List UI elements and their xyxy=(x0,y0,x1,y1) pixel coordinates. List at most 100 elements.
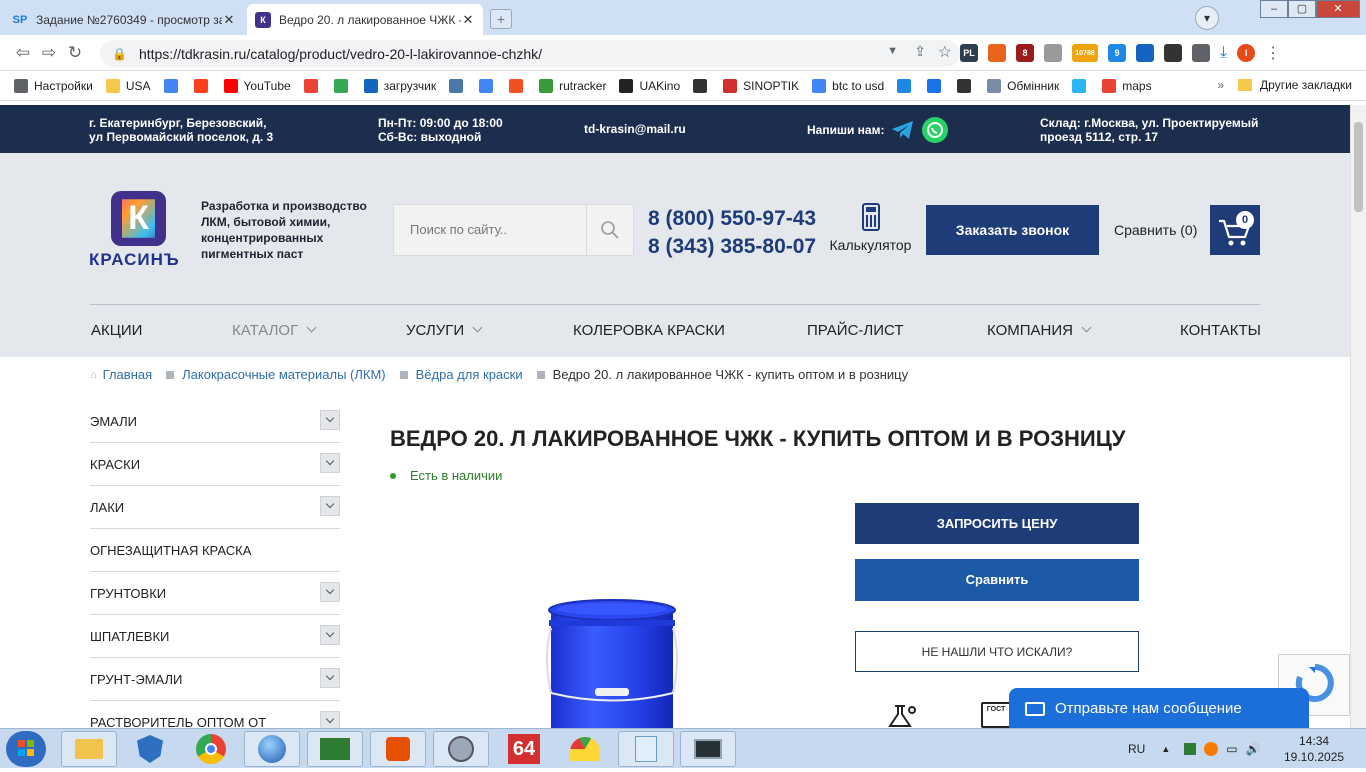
terminal-app-icon[interactable] xyxy=(307,731,363,767)
expand-toggle-icon[interactable] xyxy=(320,453,340,473)
bookmark-item[interactable]: загрузчик xyxy=(363,78,436,93)
bookmark-item[interactable]: btc to usd xyxy=(812,78,884,93)
menu-item-services[interactable]: Услуги xyxy=(406,322,483,339)
shield-app-icon[interactable] xyxy=(122,731,178,767)
url-field[interactable]: 🔒 https://tdkrasin.ru/catalog/product/ve… xyxy=(100,40,960,67)
expand-toggle-icon[interactable] xyxy=(320,496,340,516)
extension-pl-icon[interactable]: PL xyxy=(960,44,978,62)
extension-bitcoin-icon[interactable]: 10788 xyxy=(1072,44,1098,62)
calculator-link[interactable]: Калькулятор xyxy=(828,203,913,253)
bookmark-item[interactable]: SINOPTIK xyxy=(723,78,799,93)
bookmark-item[interactable]: USA xyxy=(105,78,151,93)
tray-expand-icon[interactable]: ▲ xyxy=(1161,744,1170,754)
page-scrollbar[interactable] xyxy=(1350,105,1366,728)
request-price-button[interactable]: Запросить цену xyxy=(855,503,1139,544)
menu-item-catalog[interactable]: Каталог xyxy=(232,322,317,339)
monitor-app-icon[interactable] xyxy=(680,731,736,767)
explorer-icon[interactable] xyxy=(61,731,117,767)
expand-toggle-icon[interactable] xyxy=(320,582,340,602)
bookmark-item[interactable]: YouTube xyxy=(223,78,291,93)
sidebar-item[interactable]: Краски xyxy=(90,443,340,486)
network-icon[interactable]: ▭ xyxy=(1226,742,1237,756)
chat-widget-button[interactable]: Отправьте нам сообщение xyxy=(1009,688,1309,729)
language-indicator[interactable]: RU xyxy=(1128,742,1145,756)
extension-y-icon[interactable] xyxy=(1136,44,1154,62)
phone-link[interactable]: 8 (343) 385-80-07 xyxy=(648,233,816,261)
expand-toggle-icon[interactable] xyxy=(320,625,340,645)
maximize-button[interactable]: ▢ xyxy=(1288,0,1316,18)
clock-app-icon[interactable] xyxy=(433,731,489,767)
avatar[interactable]: I xyxy=(1237,44,1256,62)
bookmark-item[interactable] xyxy=(333,78,354,93)
bookmark-item[interactable] xyxy=(957,78,977,93)
whatsapp-icon[interactable] xyxy=(922,117,949,143)
extension-case-icon[interactable] xyxy=(1044,44,1062,62)
clock[interactable]: 14:34 19.10.2025 xyxy=(1284,733,1344,765)
volume-icon[interactable]: 🔊 xyxy=(1246,742,1261,756)
menu-item-actions[interactable]: Акции xyxy=(91,322,142,339)
breadcrumb-home[interactable]: Главная xyxy=(103,367,152,382)
sidebar-item[interactable]: Грунтовки xyxy=(90,572,340,615)
bookmark-star-icon[interactable]: ☆ xyxy=(938,42,952,62)
product-image[interactable] xyxy=(535,598,685,733)
bookmark-item[interactable]: rutracker xyxy=(539,78,606,93)
media-player-icon[interactable] xyxy=(370,731,426,767)
forward-arrow-icon[interactable]: ⇨ xyxy=(36,43,62,63)
email-link[interactable]: td-krasin@mail.ru xyxy=(584,122,686,136)
compare-link[interactable]: Сравнить (0) xyxy=(1114,222,1197,238)
reload-icon[interactable]: ↻ xyxy=(62,43,88,63)
phone-link[interactable]: 8 (800) 550-97-43 xyxy=(648,205,816,233)
sidebar-item[interactable]: Шпатлевки xyxy=(90,615,340,658)
globe-app-icon[interactable] xyxy=(244,731,300,767)
chevron-right-icon[interactable]: » xyxy=(1217,78,1224,92)
cart-button[interactable]: 0 xyxy=(1210,205,1260,255)
bookmark-item[interactable] xyxy=(449,78,469,93)
breadcrumb-buckets[interactable]: Вёдра для краски xyxy=(416,367,523,382)
logo[interactable]: К КРАСИНЪ xyxy=(89,191,189,270)
minimize-button[interactable]: ‒ xyxy=(1260,0,1288,18)
back-arrow-icon[interactable]: ⇦ xyxy=(10,43,36,63)
extension-arrow-icon[interactable] xyxy=(1164,44,1182,62)
bookmark-item[interactable] xyxy=(927,78,947,93)
scrollbar-thumb[interactable] xyxy=(1354,122,1363,212)
order-call-button[interactable]: Заказать звонок xyxy=(926,205,1099,255)
search-button[interactable] xyxy=(586,205,633,255)
menu-item-tinting[interactable]: Колеровка краски xyxy=(573,322,725,339)
telegram-icon[interactable] xyxy=(890,117,916,143)
bookmark-item[interactable] xyxy=(479,78,499,93)
tab-product[interactable]: К Ведро 20. л лакированное ЧЖК - ✕ xyxy=(247,4,483,35)
menu-dots-icon[interactable]: ⋮ xyxy=(1265,43,1281,63)
puzzle-icon[interactable] xyxy=(1192,44,1210,62)
extension-download-icon[interactable]: 9 xyxy=(1108,44,1126,62)
sidebar-item[interactable]: Лаки xyxy=(90,486,340,529)
umbrella-app-icon[interactable] xyxy=(557,731,613,767)
dropdown-icon[interactable]: ▼ xyxy=(887,45,898,57)
bookmark-item[interactable] xyxy=(303,78,324,93)
search-input[interactable]: Поиск по сайту.. xyxy=(394,205,586,255)
new-tab-button[interactable]: + xyxy=(490,9,512,29)
start-button[interactable] xyxy=(6,731,46,767)
bookmark-item[interactable]: Настройки xyxy=(14,78,93,93)
bookmark-item[interactable] xyxy=(509,78,529,93)
menu-item-pricelist[interactable]: Прайс-лист xyxy=(807,322,904,339)
menu-item-company[interactable]: Компания xyxy=(987,322,1092,339)
notepad-app-icon[interactable] xyxy=(618,731,674,767)
extension-fire-icon[interactable] xyxy=(988,44,1006,62)
bookmark-item[interactable] xyxy=(897,78,917,93)
bookmark-item[interactable] xyxy=(163,78,184,93)
tray-app-icon[interactable] xyxy=(1204,742,1219,756)
tab-task[interactable]: SP Задание №2760349 - просмотр за ✕ xyxy=(4,4,244,35)
share-icon[interactable]: ⇪ xyxy=(914,43,926,60)
compare-button[interactable]: Сравнить xyxy=(855,559,1139,601)
bookmark-item[interactable]: maps xyxy=(1102,78,1152,93)
expand-toggle-icon[interactable] xyxy=(320,410,340,430)
tray-app-icon[interactable] xyxy=(1184,743,1197,755)
bookmark-item[interactable] xyxy=(1072,78,1092,93)
app-64-icon[interactable]: 64 xyxy=(496,731,552,767)
downloads-icon[interactable]: ⤓ xyxy=(1220,44,1227,62)
sidebar-item[interactable]: Огнезащитная краска xyxy=(90,529,340,572)
chrome-icon[interactable] xyxy=(183,731,239,767)
breadcrumb-lkm[interactable]: Лакокрасочные материалы (ЛКМ) xyxy=(182,367,385,382)
profile-button[interactable]: ▾ xyxy=(1195,6,1219,30)
bookmark-item[interactable]: UAKino xyxy=(619,78,680,93)
